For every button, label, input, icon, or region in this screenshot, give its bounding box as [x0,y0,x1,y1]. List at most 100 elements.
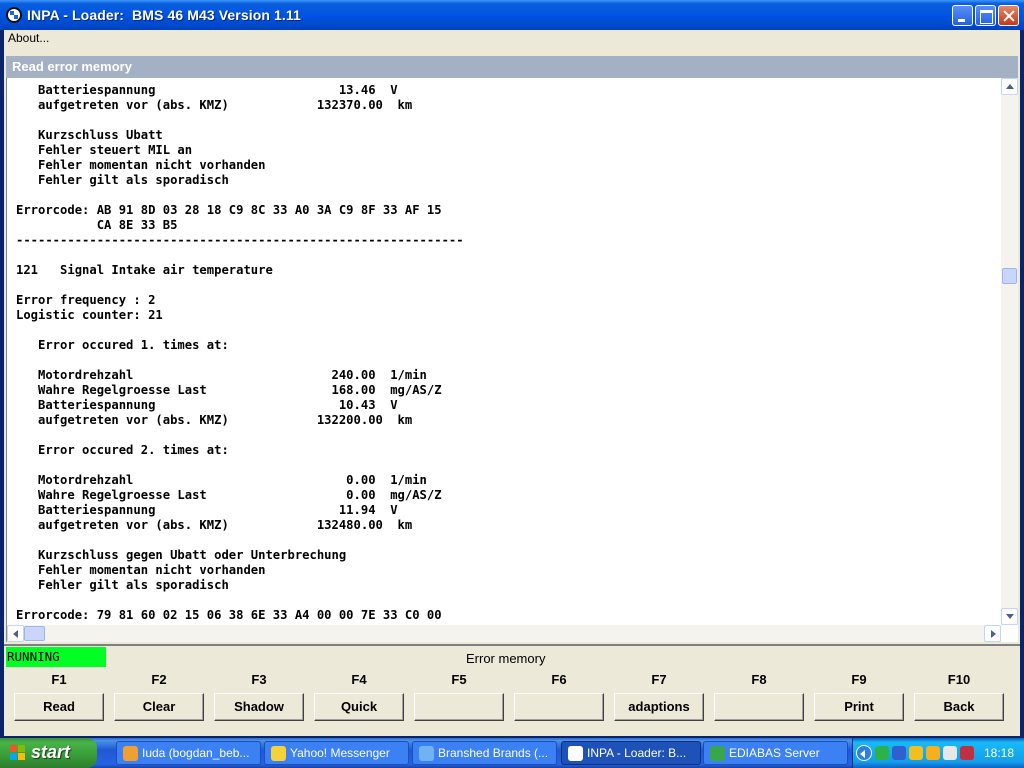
output-line: aufgetreten vor (abs. KMZ) 132200.00 km [16,413,413,427]
function-panel: RUNNING Error memory F1 Read F2 Clear F3 Shad… [4,644,1020,736]
window-title: INPA - Loader: BMS 46 M43 Version 1.11 [27,7,301,23]
f7-adaptions-button[interactable]: adaptions [614,693,704,721]
fkey-label-f9: F9 [851,672,867,687]
menu-bar: About... [4,30,1020,48]
minimize-button[interactable] [952,5,973,26]
taskbar-button[interactable]: Branshed Brands (... [412,741,557,765]
inpa-icon [568,746,583,761]
fkey-label-f3: F3 [251,672,267,687]
output-line: Batteriespannung 13.46 V [16,83,398,97]
taskbar-button[interactable]: Iuda (bogdan_beb... [116,741,261,765]
output-line: aufgetreten vor (abs. KMZ) 132480.00 km [16,518,413,532]
browser-icon [123,746,138,761]
output-text: Batteriespannung 13.46 V aufgetreten vor… [16,83,996,623]
title-bar[interactable]: INPA - Loader: BMS 46 M43 Version 1.11 [0,0,1024,30]
output-line: CA 8E 33 B5 [16,218,178,232]
volume-icon[interactable] [960,746,974,760]
taskbar: start Iuda (bogdan_beb... Yahoo! Messenge… [0,738,1024,768]
output-line: 121 Signal Intake air temperature [16,263,273,277]
taskbar-button-label: INPA - Loader: B... [587,746,687,760]
fkey-label-f1: F1 [51,672,67,687]
scroll-up-button[interactable] [1001,78,1018,95]
output-line: Errorcode: AB 91 8D 03 28 18 C9 8C 33 A0… [16,203,442,217]
scroll-down-button[interactable] [1001,608,1018,625]
start-button[interactable]: start [0,738,97,768]
close-button[interactable] [998,5,1019,26]
panel-title: Read error memory [12,59,132,74]
taskbar-button[interactable]: Yahoo! Messenger [264,741,409,765]
vertical-scrollbar[interactable] [1001,78,1018,625]
output-line: Logistic counter: 21 [16,308,163,322]
taskbar-button[interactable]: INPA - Loader: B... [561,741,701,765]
f1-read-button[interactable]: Read [14,693,104,721]
screen-title: Error memory [466,651,546,666]
status-indicator: RUNNING [6,647,106,667]
output-line: Error frequency : 2 [16,293,156,307]
output-line: Wahre Regelgroesse Last 0.00 mg/AS/Z [16,488,442,502]
f6-empty-button[interactable] [514,693,604,721]
f10-back-button[interactable]: Back [914,693,1004,721]
output-line: Error occured 2. times at: [16,443,229,457]
output-line: Wahre Regelgroesse Last 168.00 mg/AS/Z [16,383,442,397]
f3-shadow-button[interactable]: Shadow [214,693,304,721]
output-line: Motordrehzahl 0.00 1/min [16,473,427,487]
mail-icon[interactable] [909,746,923,760]
scroll-right-button[interactable] [984,625,1001,642]
output-line: Error occured 1. times at: [16,338,229,352]
wireless-icon[interactable] [943,746,957,760]
output-line: Batteriespannung 10.43 V [16,398,398,412]
output-line: Batteriespannung 11.94 V [16,503,398,517]
fkey-label-f2: F2 [151,672,167,687]
f8-empty-button[interactable] [714,693,804,721]
horizontal-scroll-thumb[interactable] [24,626,45,641]
messenger-icon [271,746,286,761]
f4-quick-button[interactable]: Quick [314,693,404,721]
panel-header: Read error memory [6,56,1018,78]
output-line: Fehler momentan nicht vorhanden [16,563,266,577]
show-hidden-icons-icon[interactable] [856,745,872,761]
fkey-label-f10: F10 [947,672,971,687]
output-line: Kurzschluss gegen Ubatt oder Unterbrechu… [16,548,347,562]
ediabas-icon [710,746,725,761]
taskbar-button-label: Iuda (bogdan_beb... [142,746,250,760]
output-line: Fehler steuert MIL an [16,143,193,157]
horizontal-scrollbar[interactable] [7,625,1001,642]
output-line: ----------------------------------------… [16,233,464,247]
output-line: aufgetreten vor (abs. KMZ) 132370.00 km [16,98,413,112]
bmw-logo-icon [6,7,22,23]
taskbar-button-label: Branshed Brands (... [438,746,549,760]
usb-icon[interactable] [892,746,906,760]
f2-clear-button[interactable]: Clear [114,693,204,721]
output-line: Fehler gilt als sporadisch [16,173,229,187]
f9-print-button[interactable]: Print [814,693,904,721]
fkey-label-f6: F6 [551,672,567,687]
taskbar-button-label: EDIABAS Server [729,746,820,760]
menu-about[interactable]: About... [8,31,49,45]
taskbar-button-label: Yahoo! Messenger [290,746,390,760]
scroll-left-button[interactable] [7,625,24,642]
output-line: Kurzschluss Ubatt [16,128,163,142]
network-icon[interactable] [875,746,889,760]
vertical-scroll-thumb[interactable] [1002,268,1017,284]
f5-empty-button[interactable] [414,693,504,721]
output-text-area[interactable]: Batteriespannung 13.46 V aufgetreten vor… [6,78,1018,642]
fkey-label-f4: F4 [351,672,367,687]
app-window: INPA - Loader: BMS 46 M43 Version 1.11 A… [0,0,1024,738]
taskbar-button[interactable]: EDIABAS Server [703,741,848,765]
output-line: Fehler gilt als sporadisch [16,578,229,592]
start-label: start [31,742,71,762]
fkey-label-f7: F7 [651,672,667,687]
clock[interactable]: 18:18 [984,746,1014,760]
maximize-button[interactable] [975,5,996,26]
messenger-icon[interactable] [926,746,940,760]
browser-icon [419,746,434,761]
